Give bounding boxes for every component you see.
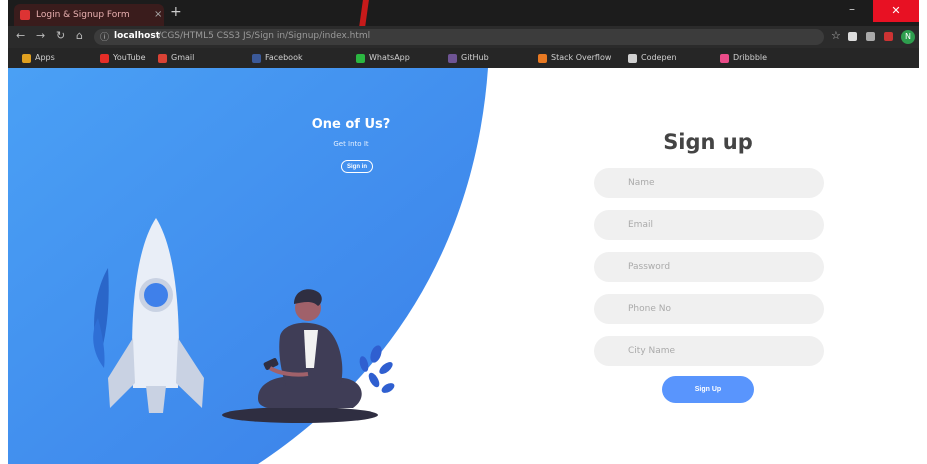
phone-field[interactable]: [594, 294, 824, 324]
bookmark-favicon-icon: [538, 54, 547, 63]
bookmark-star-icon[interactable]: ☆: [831, 29, 841, 42]
hero-title: One of Us?: [311, 117, 391, 132]
back-icon[interactable]: ←: [16, 29, 25, 42]
person-illustration-icon: [222, 289, 378, 423]
bookmark-item[interactable]: WhatsApp: [356, 51, 410, 65]
bookmark-favicon-icon: [100, 54, 109, 63]
bookmarks-bar: Apps YouTube Gmail Facebook WhatsApp GitHub St…: [8, 48, 919, 68]
bookmark-label: Stack Overflow: [551, 53, 612, 62]
url-path: /CGS/HTML5 CSS3 JS/Sign in/Signup/index.…: [158, 31, 371, 41]
bookmark-label: YouTube: [113, 53, 146, 62]
bookmark-favicon-icon: [22, 54, 31, 63]
name-field[interactable]: [594, 168, 824, 198]
password-field[interactable]: [594, 252, 824, 282]
bookmark-label: GitHub: [461, 53, 489, 62]
forward-icon[interactable]: →: [36, 29, 45, 42]
extension-icon[interactable]: [848, 32, 857, 41]
plant-icon: [359, 345, 395, 393]
address-bar: ← → ↻ ⌂ ⓘ localhost /CGS/HTML5 CSS3 JS/S…: [8, 26, 919, 48]
decorative-red-stripe: [353, 0, 369, 26]
leaf-decoration-icon: [93, 268, 109, 368]
bookmark-label: Codepen: [641, 53, 677, 62]
bookmark-label: Facebook: [265, 53, 303, 62]
bookmark-item[interactable]: GitHub: [448, 51, 489, 65]
browser-window: Login & Signup Form × + – ✕ ← → ↻ ⌂ ⓘ lo…: [8, 0, 919, 464]
signup-submit-button[interactable]: Sign Up: [662, 376, 754, 403]
bookmark-item[interactable]: Codepen: [628, 51, 677, 65]
site-info-icon[interactable]: ⓘ: [100, 30, 109, 43]
bookmark-label: WhatsApp: [369, 53, 410, 62]
window-minimize-icon[interactable]: –: [849, 2, 855, 16]
bookmark-favicon-icon: [720, 54, 729, 63]
url-field[interactable]: ⓘ localhost /CGS/HTML5 CSS3 JS/Sign in/S…: [94, 29, 824, 45]
bookmark-label: Apps: [35, 53, 55, 62]
url-host: localhost: [114, 31, 161, 41]
sign-in-button[interactable]: Sign in: [341, 160, 373, 173]
bookmark-favicon-icon: [356, 54, 365, 63]
bookmark-item[interactable]: Stack Overflow: [538, 51, 611, 65]
page-content: One of Us? Get Into It Sign in Sign up S…: [8, 68, 919, 464]
rocket-icon: [108, 218, 204, 413]
bookmark-item[interactable]: Apps: [22, 51, 55, 65]
bookmark-item[interactable]: Gmail: [158, 51, 194, 65]
window-close-button[interactable]: ✕: [873, 0, 919, 22]
tab-title: Login & Signup Form: [36, 10, 130, 20]
reload-icon[interactable]: ↻: [56, 29, 65, 42]
bookmark-label: Dribbble: [733, 53, 768, 62]
bookmark-label: Gmail: [171, 53, 195, 62]
home-icon[interactable]: ⌂: [76, 29, 83, 42]
bookmark-item[interactable]: YouTube: [100, 51, 146, 65]
city-field[interactable]: [594, 336, 824, 366]
hero-subtitle: Get Into It: [333, 140, 369, 148]
tab-strip: Login & Signup Form × + – ✕: [8, 0, 919, 26]
extension-icon[interactable]: [884, 32, 893, 41]
profile-avatar[interactable]: N: [901, 30, 915, 44]
browser-tab[interactable]: Login & Signup Form ×: [14, 4, 164, 26]
email-field[interactable]: [594, 210, 824, 240]
bookmark-item[interactable]: Dribbble: [720, 51, 767, 65]
extension-icon[interactable]: [866, 32, 875, 41]
bookmark-favicon-icon: [158, 54, 167, 63]
bookmark-favicon-icon: [252, 54, 261, 63]
bookmark-item[interactable]: Facebook: [252, 51, 303, 65]
new-tab-icon[interactable]: +: [170, 4, 182, 20]
tab-favicon-icon: [20, 10, 30, 20]
tab-close-icon[interactable]: ×: [154, 4, 162, 26]
signup-title: Sign up: [663, 130, 753, 154]
bookmark-favicon-icon: [448, 54, 457, 63]
bookmark-favicon-icon: [628, 54, 637, 63]
